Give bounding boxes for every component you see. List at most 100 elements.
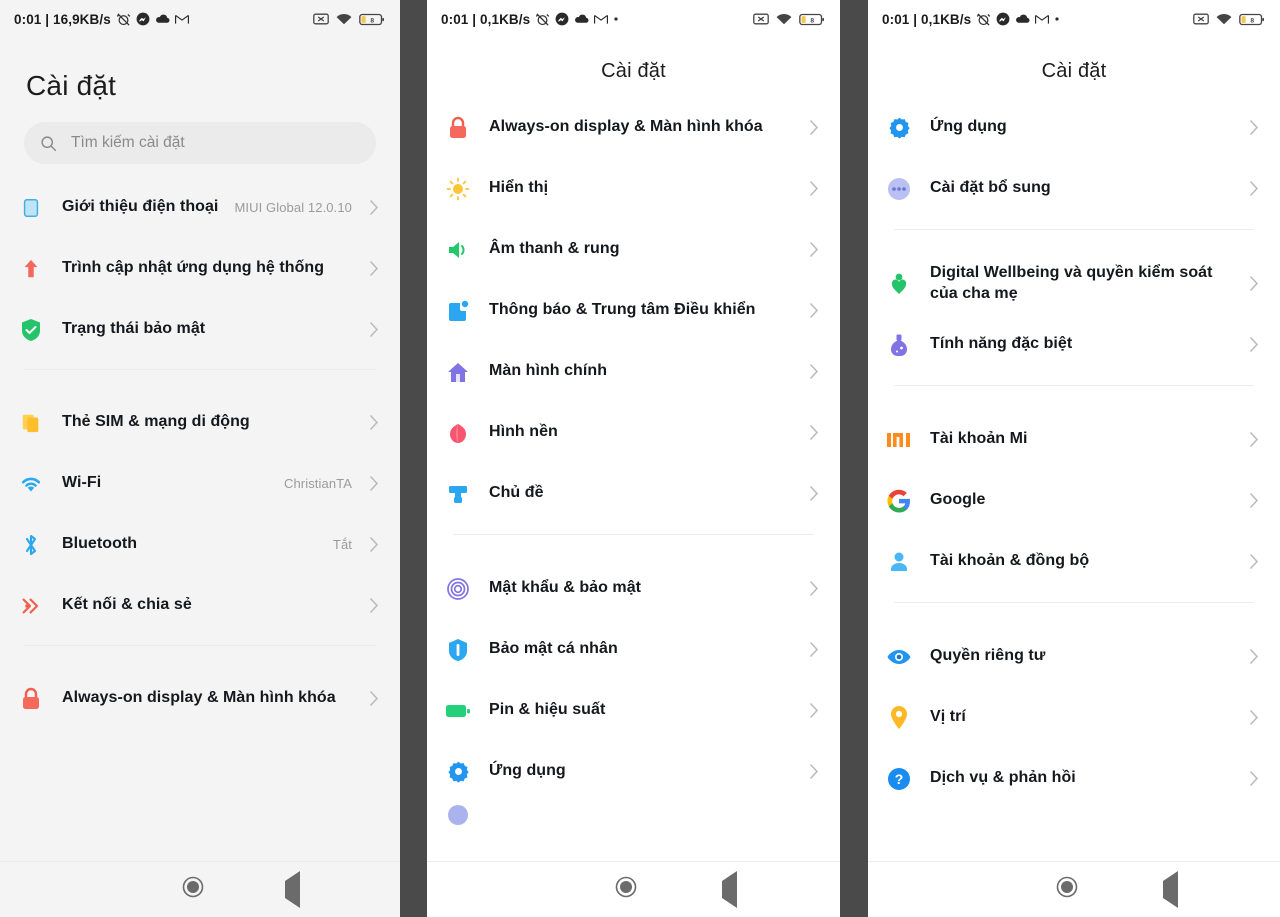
chevron-right-icon <box>1244 493 1264 508</box>
display-icon <box>427 177 489 201</box>
chevron-right-icon <box>804 703 824 718</box>
section-divider <box>24 369 376 370</box>
list-item[interactable]: Hiển thị <box>427 158 840 219</box>
list-item-label: Hình nền <box>489 423 558 441</box>
list-item[interactable]: Âm thanh & rung <box>427 219 840 280</box>
search-input[interactable]: Tìm kiếm cài đặt <box>24 122 376 164</box>
sound-icon <box>427 239 489 261</box>
special-features-icon <box>868 333 930 357</box>
chevron-right-icon <box>804 581 824 596</box>
home-circle-icon[interactable] <box>182 876 204 903</box>
status-bar-right: 8 <box>313 13 384 26</box>
accounts-sync-icon <box>868 550 930 574</box>
list-item[interactable]: Wi-Fi ChristianTA <box>0 453 400 514</box>
theme-icon <box>427 482 489 506</box>
list-item[interactable]: Kết nối & chia sẻ <box>0 575 400 636</box>
list-item[interactable]: Pin & hiệu suất <box>427 680 840 741</box>
list-item-label: Cài đặt bổ sung <box>930 179 1051 197</box>
list-item-label: Mật khẩu & bảo mật <box>489 579 642 597</box>
location-pin-icon <box>868 705 930 730</box>
list-item[interactable]: Tài khoản Mi <box>868 409 1280 470</box>
list-item[interactable]: Ứng dụng <box>868 97 1280 158</box>
chevron-right-icon <box>804 642 824 657</box>
additional-settings-icon <box>868 177 930 201</box>
list-item[interactable]: Quyền riêng tư <box>868 626 1280 687</box>
search-wrapper: Tìm kiếm cài đặt <box>0 100 400 164</box>
list-item[interactable]: Thông báo & Trung tâm Điều khiển <box>427 280 840 341</box>
list-item-label: Màn hình chính <box>489 362 608 380</box>
list-item[interactable]: ? Dịch vụ & phản hồi <box>868 748 1280 809</box>
list-item[interactable]: Trạng thái bảo mật <box>0 299 400 360</box>
chevron-right-icon <box>1244 432 1264 447</box>
status-clock-traffic: 0:01 | 0,1KB/s <box>882 11 972 27</box>
chevron-right-icon <box>364 261 384 276</box>
list-item[interactable]: Bảo mật cá nhân <box>427 619 840 680</box>
chevron-right-icon <box>364 200 384 215</box>
navigation-bar-panel-2 <box>427 861 840 917</box>
list-item[interactable]: Bluetooth Tắt <box>0 514 400 575</box>
home-circle-icon[interactable] <box>615 876 637 903</box>
list-item-label: Ứng dụng <box>930 118 1007 136</box>
list-item-label: Bluetooth <box>62 535 138 553</box>
chevron-right-icon <box>804 764 824 779</box>
alarm-off-icon <box>535 12 550 27</box>
chevron-right-icon <box>1244 120 1264 135</box>
alarm-off-icon <box>976 12 991 27</box>
list-item[interactable]: Tài khoản & đồng bộ <box>868 531 1280 592</box>
navigation-bar-panel-3 <box>868 861 1280 917</box>
svg-text:8: 8 <box>370 17 374 24</box>
chevron-right-icon <box>364 691 384 706</box>
wifi-icon <box>336 13 352 26</box>
panel-divider-1 <box>400 0 427 917</box>
more-dot-icon <box>1054 16 1060 22</box>
personal-security-icon <box>427 638 489 662</box>
chevron-right-icon <box>364 415 384 430</box>
list-item[interactable]: Always-on display & Màn hình khóa <box>427 97 840 158</box>
list-item-partial[interactable] <box>427 802 840 834</box>
list-item[interactable]: Google <box>868 470 1280 531</box>
gmail-icon <box>1035 14 1050 25</box>
list-item[interactable]: Vị trí <box>868 687 1280 748</box>
home-circle-icon[interactable] <box>1056 876 1078 903</box>
privacy-eye-icon <box>868 647 930 667</box>
status-bar-right: 8 <box>753 13 824 26</box>
no-sim-icon <box>313 13 329 25</box>
list-item[interactable]: Màn hình chính <box>427 341 840 402</box>
list-item[interactable]: Ứng dụng <box>427 741 840 802</box>
back-triangle-icon[interactable] <box>1162 870 1178 908</box>
notification-icon <box>427 299 489 323</box>
back-triangle-icon[interactable] <box>284 870 300 908</box>
page-title-panel-1: Cài đặt <box>26 70 117 101</box>
back-triangle-icon[interactable] <box>722 870 738 908</box>
status-bar-left: 0:01 | 0,1KB/s <box>882 12 1060 27</box>
digital-wellbeing-icon <box>868 272 930 296</box>
list-item-value: ChristianTA <box>283 476 352 491</box>
section-divider <box>24 645 376 646</box>
apps-icon <box>427 760 489 783</box>
list-item[interactable]: Hình nền <box>427 402 840 463</box>
list-item-value: MIUI Global 12.0.10 <box>234 200 352 215</box>
settings-list-panel-2: Always-on display & Màn hình khóa Hiển t… <box>427 97 840 861</box>
list-item[interactable]: Always-on display & Màn hình khóa <box>0 668 400 729</box>
phone-panel-2: 0:01 | 0,1KB/s 8 Cài đặt Always-on displ… <box>427 0 840 917</box>
mi-account-icon <box>868 430 930 450</box>
list-item-label: Thẻ SIM & mạng di động <box>62 413 250 431</box>
list-item[interactable]: Mật khẩu & bảo mật <box>427 558 840 619</box>
list-item[interactable]: Thẻ SIM & mạng di động <box>0 392 400 453</box>
svg-text:8: 8 <box>1250 17 1254 24</box>
list-item[interactable]: Cài đặt bổ sung <box>868 158 1280 219</box>
list-item[interactable]: Digital Wellbeing và quyền kiểm soát của… <box>868 253 1280 314</box>
list-item[interactable]: Trình cập nhật ứng dụng hệ thống <box>0 238 400 299</box>
list-item-label: Google <box>930 491 986 509</box>
list-item[interactable]: Tính năng đặc biệt <box>868 314 1280 375</box>
list-item[interactable]: Giới thiệu điện thoại MIUI Global 12.0.1… <box>0 177 400 238</box>
section-divider <box>894 385 1254 386</box>
chevron-right-icon <box>804 425 824 440</box>
list-item[interactable]: Chủ đề <box>427 463 840 524</box>
chevron-right-icon <box>804 242 824 257</box>
